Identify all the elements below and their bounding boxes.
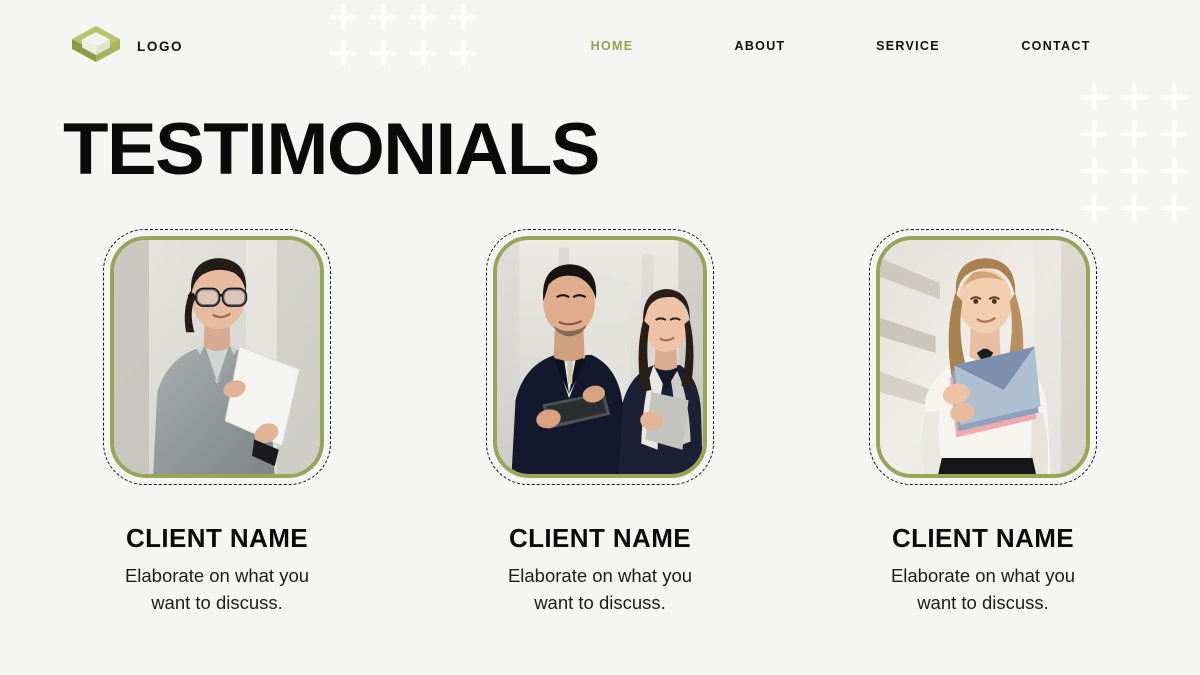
client-description: Elaborate on what you want to discuss. xyxy=(507,565,693,613)
photo-green-ring xyxy=(493,236,707,478)
photo-green-ring xyxy=(876,236,1090,478)
page-title: TESTIMONIALS xyxy=(63,109,600,190)
plus-icon xyxy=(1081,195,1107,221)
photo-frame xyxy=(869,229,1097,485)
photo-green-ring xyxy=(110,236,324,478)
brand-logo[interactable]: LOGO xyxy=(68,22,183,70)
testimonial-card-list: CLIENT NAME Elaborate on what you want t… xyxy=(0,229,1200,616)
plus-icon xyxy=(1161,158,1187,184)
nav-link-service[interactable]: SERVICE xyxy=(876,39,940,53)
nav-link-contact[interactable]: CONTACT xyxy=(1021,39,1090,53)
plus-icon xyxy=(1121,158,1147,184)
plus-icon xyxy=(1081,158,1107,184)
plus-icon xyxy=(1161,195,1187,221)
client-photo xyxy=(114,240,320,474)
testimonials-page: LOGO HOME ABOUT SERVICE CONTACT TESTIMON… xyxy=(0,0,1200,675)
testimonial-card: CLIENT NAME Elaborate on what you want t… xyxy=(486,229,714,616)
plus-icon xyxy=(1161,121,1187,147)
client-description: Elaborate on what you want to discuss. xyxy=(890,565,1076,613)
main-navigation: HOME ABOUT SERVICE CONTACT xyxy=(538,39,1130,53)
client-name: CLIENT NAME xyxy=(508,523,692,553)
client-description: Elaborate on what you want to discuss. xyxy=(124,565,310,613)
nav-link-about[interactable]: ABOUT xyxy=(735,39,786,53)
plus-icon xyxy=(1081,121,1107,147)
isometric-diamond-box-logo-icon xyxy=(72,26,120,62)
decorative-plus-grid-right xyxy=(1081,84,1200,232)
client-photo xyxy=(497,240,703,474)
testimonial-card: CLIENT NAME Elaborate on what you want t… xyxy=(869,229,1097,616)
client-name: CLIENT NAME xyxy=(891,523,1075,553)
plus-icon xyxy=(1121,195,1147,221)
site-header: LOGO HOME ABOUT SERVICE CONTACT xyxy=(0,0,1200,92)
photo-frame xyxy=(103,229,331,485)
plus-icon xyxy=(1121,121,1147,147)
brand-name: LOGO xyxy=(137,38,184,54)
client-name: CLIENT NAME xyxy=(125,523,309,553)
testimonial-card: CLIENT NAME Elaborate on what you want t… xyxy=(103,229,331,616)
photo-frame xyxy=(486,229,714,485)
client-photo xyxy=(880,240,1086,474)
nav-link-home[interactable]: HOME xyxy=(591,39,634,53)
